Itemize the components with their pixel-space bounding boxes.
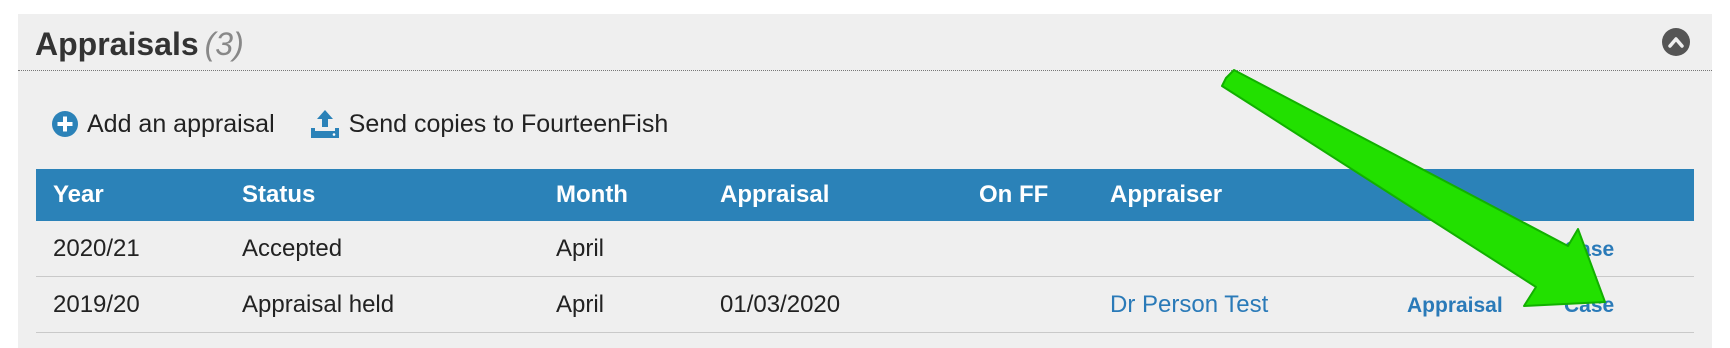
- case-link[interactable]: Case: [1564, 238, 1614, 261]
- cell-appraiser: Dr Person Test: [1093, 276, 1390, 333]
- cell-case-link: Case: [1547, 221, 1694, 277]
- appraisal-count: (3): [204, 26, 244, 62]
- table-row: 2020/21 Accepted April Case: [36, 221, 1694, 277]
- cell-status: Appraisal held: [225, 276, 539, 333]
- panel-header: Appraisals (3): [18, 14, 1712, 71]
- cell-case-link: Case: [1547, 276, 1694, 333]
- add-appraisal-button[interactable]: Add an appraisal: [51, 110, 275, 139]
- send-copies-button[interactable]: Send copies to FourteenFish: [309, 108, 669, 140]
- chevron-up-icon: [1668, 37, 1684, 48]
- cell-appraisal-date: [703, 221, 962, 277]
- cell-month: April: [539, 276, 703, 333]
- cell-year: 2020/21: [36, 221, 225, 277]
- column-header-year[interactable]: Year: [36, 169, 225, 221]
- column-header-appraisal-link: [1390, 169, 1547, 221]
- panel-title: Appraisals (3): [35, 26, 244, 63]
- column-header-on-ff[interactable]: On FF: [962, 169, 1093, 221]
- panel-title-text: Appraisals: [35, 26, 199, 62]
- appraiser-link[interactable]: Dr Person Test: [1110, 291, 1268, 318]
- cell-appraiser: [1093, 221, 1390, 277]
- column-header-appraisal[interactable]: Appraisal: [703, 169, 962, 221]
- collapse-button[interactable]: [1662, 28, 1690, 56]
- upload-tray-icon: [310, 110, 339, 138]
- action-bar: Add an appraisal Send copies to Fourteen…: [51, 108, 702, 140]
- cell-appraisal-date: 01/03/2020: [703, 276, 962, 333]
- plus-circle-icon: [52, 111, 78, 137]
- add-appraisal-label: Add an appraisal: [87, 109, 275, 138]
- send-copies-label: Send copies to FourteenFish: [348, 109, 669, 138]
- appraisals-table: Year Status Month Appraisal On FF Apprai…: [36, 169, 1694, 333]
- table-row: 2019/20 Appraisal held April 01/03/2020 …: [36, 276, 1694, 333]
- column-header-case-link: [1547, 169, 1694, 221]
- cell-status: Accepted: [225, 221, 539, 277]
- cell-on-ff: [962, 221, 1093, 277]
- cell-on-ff: [962, 276, 1093, 333]
- cell-year: 2019/20: [36, 276, 225, 333]
- cell-appraisal-link: Appraisal: [1390, 276, 1547, 333]
- column-header-month[interactable]: Month: [539, 169, 703, 221]
- column-header-appraiser[interactable]: Appraiser: [1093, 169, 1390, 221]
- column-header-status[interactable]: Status: [225, 169, 539, 221]
- cell-month: April: [539, 221, 703, 277]
- table-header-row: Year Status Month Appraisal On FF Apprai…: [36, 169, 1694, 221]
- cell-appraisal-link: [1390, 221, 1547, 277]
- appraisal-link[interactable]: Appraisal: [1407, 294, 1503, 317]
- case-link[interactable]: Case: [1564, 294, 1614, 317]
- appraisals-panel: Appraisals (3) Add an appraisal Send cop…: [18, 14, 1712, 348]
